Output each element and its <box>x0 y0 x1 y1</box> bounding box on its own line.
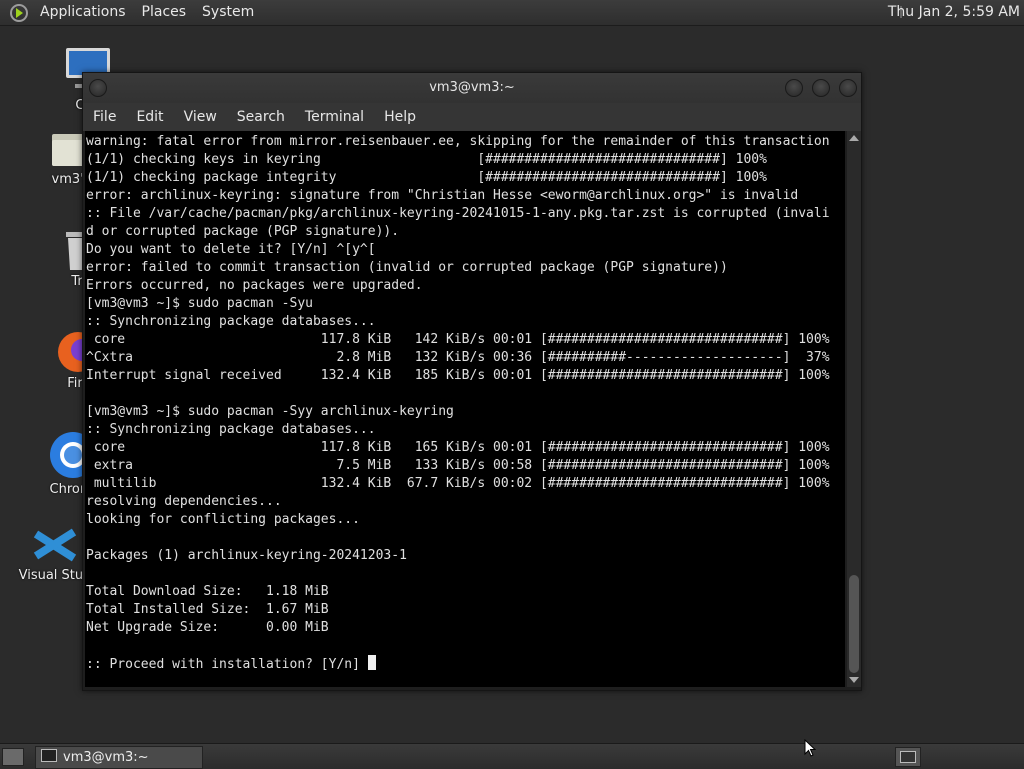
menu-file[interactable]: File <box>83 109 126 125</box>
terminal-text: warning: fatal error from mirror.reisenb… <box>86 134 830 672</box>
menu-places[interactable]: Places <box>134 0 195 25</box>
maximize-button[interactable] <box>812 79 830 97</box>
scroll-down-arrow-icon[interactable] <box>849 677 859 683</box>
distro-logo-icon[interactable] <box>10 3 28 22</box>
show-desktop-icon[interactable] <box>2 748 24 766</box>
menu-search[interactable]: Search <box>227 109 295 125</box>
menu-view[interactable]: View <box>174 109 227 125</box>
menu-applications[interactable]: Applications <box>32 0 134 25</box>
terminal-icon <box>41 749 57 762</box>
vscode-icon <box>33 528 77 562</box>
window-menu-button[interactable] <box>89 79 107 97</box>
close-button[interactable] <box>839 79 857 97</box>
vertical-scrollbar[interactable] <box>847 131 861 687</box>
taskbar-window-button[interactable]: vm3@vm3:~ <box>35 746 203 769</box>
window-titlebar[interactable]: vm3@vm3:~ <box>83 73 861 103</box>
clock[interactable]: Thu Jan 2, 5:59 AM <box>888 0 1020 25</box>
workspace-switcher-icon[interactable] <box>895 747 921 767</box>
window-menubar: File Edit View Search Terminal Help <box>83 103 861 131</box>
top-panel: Applications Places System Thu Jan 2, 5:… <box>0 0 1024 26</box>
menu-system[interactable]: System <box>194 0 262 25</box>
taskbar-window-label: vm3@vm3:~ <box>63 750 149 765</box>
mouse-pointer-icon <box>804 739 816 757</box>
scroll-up-arrow-icon[interactable] <box>849 135 859 141</box>
window-title: vm3@vm3:~ <box>429 80 515 95</box>
minimize-button[interactable] <box>785 79 803 97</box>
terminal-cursor <box>367 655 376 670</box>
menu-terminal[interactable]: Terminal <box>295 109 374 125</box>
menu-edit[interactable]: Edit <box>126 109 173 125</box>
menu-help[interactable]: Help <box>374 109 426 125</box>
scrollbar-thumb[interactable] <box>849 575 859 673</box>
terminal-window[interactable]: vm3@vm3:~ File Edit View Search Terminal… <box>82 72 862 691</box>
bottom-panel: vm3@vm3:~ <box>0 743 1024 769</box>
terminal-output[interactable]: warning: fatal error from mirror.reisenb… <box>85 131 845 687</box>
